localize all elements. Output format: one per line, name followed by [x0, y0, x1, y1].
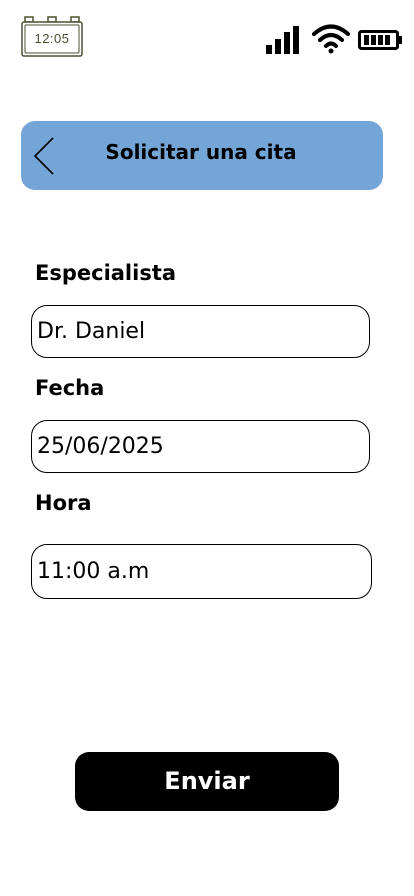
status-icons — [266, 22, 406, 54]
header-bar: Solicitar una cita — [21, 121, 383, 190]
fecha-label: Fecha — [35, 376, 105, 400]
hora-label: Hora — [35, 491, 92, 515]
especialista-input[interactable] — [31, 305, 370, 358]
status-time: 12:05 — [34, 31, 70, 46]
battery-icon — [358, 30, 402, 50]
especialista-label: Especialista — [35, 261, 177, 285]
clock-icon: 12:05 — [21, 16, 83, 57]
wifi-icon — [312, 24, 350, 54]
page-title: Solicitar una cita — [105, 140, 297, 164]
hora-input[interactable] — [31, 544, 372, 599]
fecha-input[interactable] — [31, 420, 370, 473]
submit-button[interactable]: Enviar — [75, 752, 339, 811]
signal-icon — [266, 26, 299, 54]
